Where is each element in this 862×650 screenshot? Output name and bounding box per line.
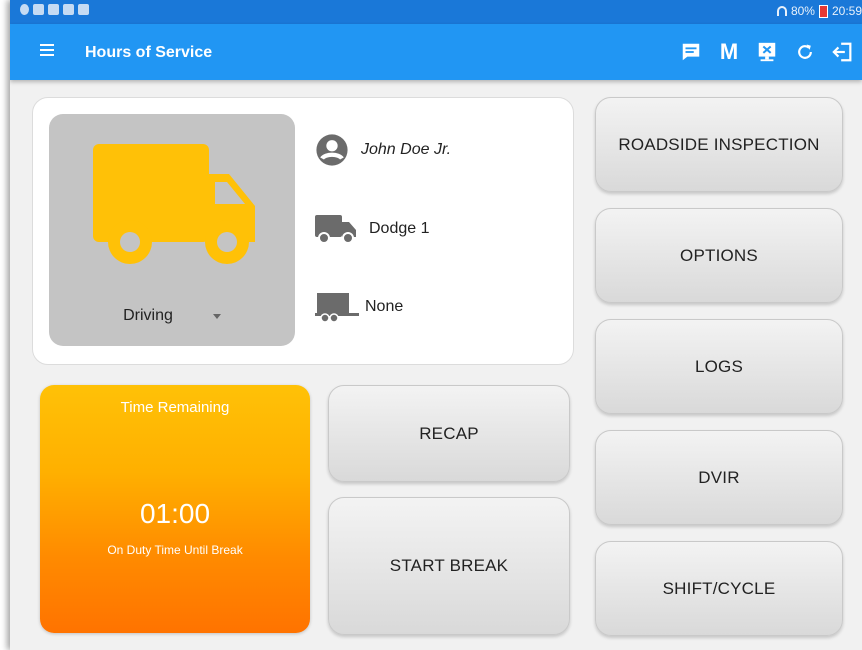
battery-percent: 80% bbox=[790, 4, 815, 18]
shift-cycle-button[interactable]: SHIFT/CYCLE bbox=[595, 541, 843, 636]
m-icon[interactable]: M bbox=[710, 36, 748, 68]
page-title: Hours of Service bbox=[85, 44, 213, 61]
battery-icon bbox=[818, 4, 828, 18]
vehicle-row[interactable]: Dodge 1 bbox=[315, 213, 430, 245]
app-bar: Hours of Service M bbox=[10, 24, 862, 80]
duty-status-tile[interactable]: Driving bbox=[49, 114, 295, 346]
truck-icon bbox=[315, 215, 356, 244]
trailer-row[interactable]: None bbox=[315, 291, 403, 323]
account-circle-icon bbox=[316, 134, 348, 166]
duty-status-value: Driving bbox=[123, 307, 173, 324]
clock: 20:59 bbox=[831, 4, 862, 18]
truck-icon bbox=[93, 144, 255, 264]
notification-icons bbox=[20, 4, 89, 15]
options-button[interactable]: OPTIONS bbox=[595, 208, 843, 303]
tablet-screen: 80% 20:59 Hours of Service M Driving Joh… bbox=[10, 0, 862, 650]
roadside-inspection-button[interactable]: ROADSIDE INSPECTION bbox=[595, 97, 843, 192]
trailer-icon bbox=[315, 293, 359, 323]
start-break-button[interactable]: START BREAK bbox=[328, 497, 570, 635]
message-icon[interactable] bbox=[672, 36, 710, 68]
location-icon bbox=[20, 4, 29, 15]
chevron-down-icon bbox=[212, 313, 221, 319]
screenshot-icon bbox=[78, 4, 89, 15]
time-remaining-subtitle: On Duty Time Until Break bbox=[107, 543, 243, 557]
driver-name: John Doe Jr. bbox=[361, 141, 452, 158]
logout-icon[interactable] bbox=[824, 36, 862, 68]
time-remaining-card[interactable]: Time Remaining 01:00 On Duty Time Until … bbox=[40, 385, 310, 633]
recap-button[interactable]: RECAP bbox=[328, 385, 570, 482]
eld-icon[interactable] bbox=[748, 36, 786, 68]
refresh-icon[interactable] bbox=[786, 36, 824, 68]
logs-button[interactable]: LOGS bbox=[595, 319, 843, 414]
gmail-icon bbox=[48, 4, 59, 15]
wifi-icon bbox=[776, 6, 787, 16]
app-notification-icon bbox=[63, 4, 74, 15]
dvir-button[interactable]: DVIR bbox=[595, 430, 843, 525]
duty-status-dropdown[interactable]: Driving bbox=[49, 304, 295, 328]
trailer-name: None bbox=[365, 298, 404, 315]
notification-icon bbox=[33, 4, 44, 15]
toolbar: M bbox=[672, 36, 862, 68]
time-remaining-title: Time Remaining bbox=[120, 399, 230, 416]
driver-info-card: Driving John Doe Jr. Dodge 1 None bbox=[32, 97, 574, 365]
status-bar: 80% 20:59 bbox=[10, 0, 862, 24]
vehicle-name: Dodge 1 bbox=[369, 220, 430, 237]
menu-icon[interactable] bbox=[40, 44, 54, 56]
time-remaining-value: 01:00 bbox=[139, 498, 211, 529]
driver-row[interactable]: John Doe Jr. bbox=[315, 133, 451, 167]
